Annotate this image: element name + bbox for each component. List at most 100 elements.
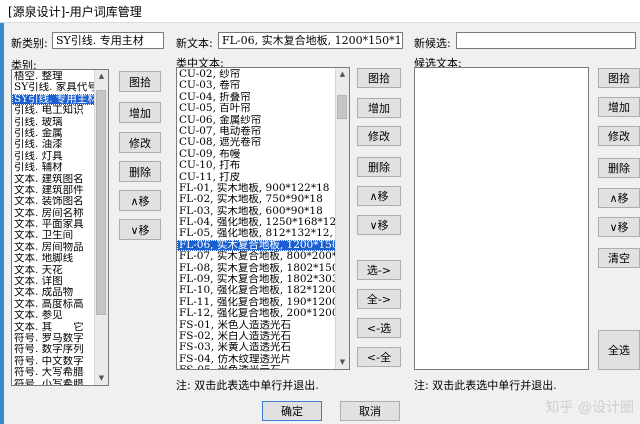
category-list-item[interactable]: 文本. 天花	[12, 265, 95, 276]
category-list-item[interactable]: 文本. 参见	[12, 310, 95, 321]
category-add-button[interactable]: 增加	[119, 102, 161, 123]
candidate-add-button[interactable]: 增加	[598, 97, 640, 117]
text-list[interactable]: CU-02, 纱帘 CU-03, 卷帘 CU-04, 折叠帘 CU-05, 百叶帘 CU…	[176, 67, 350, 370]
new-text-label: 新文本:	[176, 37, 213, 50]
category-list-item[interactable]: 引线. 玻璃	[12, 117, 95, 128]
category-list-item[interactable]: 引线. 电工知识	[12, 105, 95, 116]
text-delete-button[interactable]: 删除	[357, 157, 401, 177]
text-list-item[interactable]: CU-04, 折叠帘	[177, 92, 336, 103]
category-list-item[interactable]: 文本. 建筑部件	[12, 185, 95, 196]
scroll-up-icon[interactable]: ▲	[336, 68, 349, 81]
text-list-item[interactable]: CU-06, 金属纱帘	[177, 115, 336, 126]
category-list-item[interactable]: 梧空. 整理	[12, 71, 95, 82]
new-category-input[interactable]: SY引线. 专用主材	[52, 32, 164, 49]
scroll-down-icon[interactable]: ▼	[95, 372, 108, 385]
new-category-label: 新类别:	[11, 37, 48, 50]
text-list-item[interactable]: CU-09, 布幔	[177, 149, 336, 160]
category-list-item[interactable]: 引线. 金属	[12, 128, 95, 139]
candidate-delete-button[interactable]: 删除	[598, 158, 640, 178]
text-list-item[interactable]: FL-08, 实木复合地板, 1802*150*1	[177, 263, 336, 274]
category-list-item[interactable]: 文本. 其 它	[12, 322, 95, 333]
category-list-item[interactable]: 文本. 建筑图名	[12, 174, 95, 185]
candidate-clear-button[interactable]: 清空	[598, 248, 640, 268]
category-list-item[interactable]: 引线. 灯具	[12, 151, 95, 162]
text-list-item[interactable]: FL-03, 实木地板, 600*90*18	[177, 206, 336, 217]
window-title: [源泉设计]-用户词库管理	[8, 5, 142, 19]
text-list-item[interactable]: CU-07, 电动卷帘	[177, 126, 336, 137]
category-list-scrollbar[interactable]: ▲ ▼	[94, 70, 108, 385]
text-list-item[interactable]: FL-05, 强化地板, 812*132*12, 别	[177, 228, 336, 239]
text-list-item[interactable]: CU-02, 纱帘	[177, 69, 336, 80]
category-list-item[interactable]: 符号. 中文数字	[12, 356, 95, 367]
text-list-item[interactable]: CU-11, 打皮	[177, 172, 336, 183]
category-list-item[interactable]: 文本. 高度标高	[12, 299, 95, 310]
text-list-note: 注: 双击此表选中单行并退出.	[176, 379, 319, 392]
category-move-down-button[interactable]: ∨移	[119, 219, 161, 240]
text-list-item[interactable]: FL-10, 强化复合地板, 182*1200*1	[177, 285, 336, 296]
select-to-left-button[interactable]: <-选	[357, 318, 401, 338]
text-add-button[interactable]: 增加	[357, 98, 401, 118]
text-list-item[interactable]: FL-12, 强化复合地板, 200*1200*1	[177, 308, 336, 319]
text-list-scrollbar[interactable]: ▲ ▼	[335, 68, 349, 369]
category-list-item[interactable]: 符号. 数字序列	[12, 344, 95, 355]
candidate-select-all-button[interactable]: 全选	[598, 330, 640, 370]
category-list-item[interactable]: 引线. 辅材	[12, 162, 95, 173]
category-edit-button[interactable]: 修改	[119, 132, 161, 153]
category-list-item[interactable]: 符号. 大写希腊	[12, 367, 95, 378]
category-list-item[interactable]: 文本. 房间物品	[12, 242, 95, 253]
category-list-item[interactable]: SY引线. 专用主材	[12, 93, 95, 106]
text-list-item[interactable]: FS-05, 米色透光云石	[177, 365, 336, 369]
new-candidate-input[interactable]	[456, 32, 636, 49]
text-list-item[interactable]: FL-07, 实木复合地板, 800*200*15	[177, 251, 336, 262]
scroll-up-icon[interactable]: ▲	[95, 70, 108, 83]
category-list-item[interactable]: 符号. 小写希腊	[12, 379, 95, 385]
text-move-down-button[interactable]: ∨移	[357, 215, 401, 235]
candidate-pick-button[interactable]: 图拾	[598, 68, 640, 88]
text-list-item[interactable]: FS-04, 仿木纹理透光片	[177, 354, 336, 365]
category-list-item[interactable]: 文本. 详图	[12, 276, 95, 287]
category-list-item[interactable]: 文本. 地脚线	[12, 253, 95, 264]
scroll-thumb[interactable]	[96, 90, 106, 315]
text-list-item[interactable]: FL-11, 强化复合地板, 190*1200*1	[177, 297, 336, 308]
text-list-item[interactable]: FL-04, 强化地板, 1250*168*12, 别	[177, 217, 336, 228]
scroll-down-icon[interactable]: ▼	[336, 356, 349, 369]
text-list-item[interactable]: CU-05, 百叶帘	[177, 103, 336, 114]
category-list-item[interactable]: 引线. 油漆	[12, 139, 95, 150]
candidate-move-down-button[interactable]: ∨移	[598, 217, 640, 237]
ok-button[interactable]: 确定	[262, 401, 322, 421]
text-list-item[interactable]: FL-09, 实木复合地板, 1802*303*1	[177, 274, 336, 285]
text-list-item[interactable]: FS-03, 米黄人造透光石	[177, 342, 336, 353]
select-to-right-button[interactable]: 选->	[357, 260, 401, 280]
text-pick-button[interactable]: 图拾	[357, 68, 401, 88]
text-list-item[interactable]: CU-08, 遮光卷帘	[177, 137, 336, 148]
category-list-item[interactable]: 符号. 罗马数字	[12, 333, 95, 344]
scroll-thumb[interactable]	[337, 95, 347, 119]
text-list-item[interactable]: FS-01, 米色人造透光石	[177, 320, 336, 331]
text-list-item[interactable]: CU-03, 卷帘	[177, 80, 336, 91]
category-list-item[interactable]: 文本. 卫生间	[12, 230, 95, 241]
category-list-item[interactable]: 文本. 平面家具	[12, 219, 95, 230]
category-list[interactable]: 梧空. 整理 SY引线. 家具代号 SY引线. 专用主材 引线. 电工知识 引线. 玻璃…	[11, 69, 109, 386]
category-pick-button[interactable]: 图拾	[119, 71, 161, 92]
text-list-item[interactable]: FL-01, 实木地板, 900*122*18	[177, 183, 336, 194]
candidate-move-up-button[interactable]: ∧移	[598, 188, 640, 208]
text-edit-button[interactable]: 修改	[357, 126, 401, 146]
category-list-item[interactable]: SY引线. 家具代号	[12, 82, 95, 93]
new-text-input[interactable]: FL-06, 实木复合地板, 1200*150*15	[218, 32, 403, 49]
cancel-button[interactable]: 取消	[340, 401, 400, 421]
category-list-item[interactable]: 文本. 成品物	[12, 287, 95, 298]
all-to-right-button[interactable]: 全->	[357, 289, 401, 309]
text-list-item[interactable]: CU-10, 打布	[177, 160, 336, 171]
text-list-item[interactable]: FL-06, 实木复合地板, 1200*150*1	[177, 239, 336, 252]
candidate-edit-button[interactable]: 修改	[598, 126, 640, 146]
all-to-left-button[interactable]: <-全	[357, 347, 401, 367]
category-list-item[interactable]: 文本. 装饰图名	[12, 196, 95, 207]
new-candidate-label: 新候选:	[414, 37, 451, 50]
text-list-item[interactable]: FS-02, 米白人造透光石	[177, 331, 336, 342]
category-move-up-button[interactable]: ∧移	[119, 190, 161, 211]
text-list-item[interactable]: FL-02, 实木地板, 750*90*18	[177, 194, 336, 205]
category-delete-button[interactable]: 删除	[119, 161, 161, 182]
candidate-list[interactable]	[414, 67, 589, 370]
text-move-up-button[interactable]: ∧移	[357, 186, 401, 206]
category-list-item[interactable]: 文本. 房间名称	[12, 208, 95, 219]
